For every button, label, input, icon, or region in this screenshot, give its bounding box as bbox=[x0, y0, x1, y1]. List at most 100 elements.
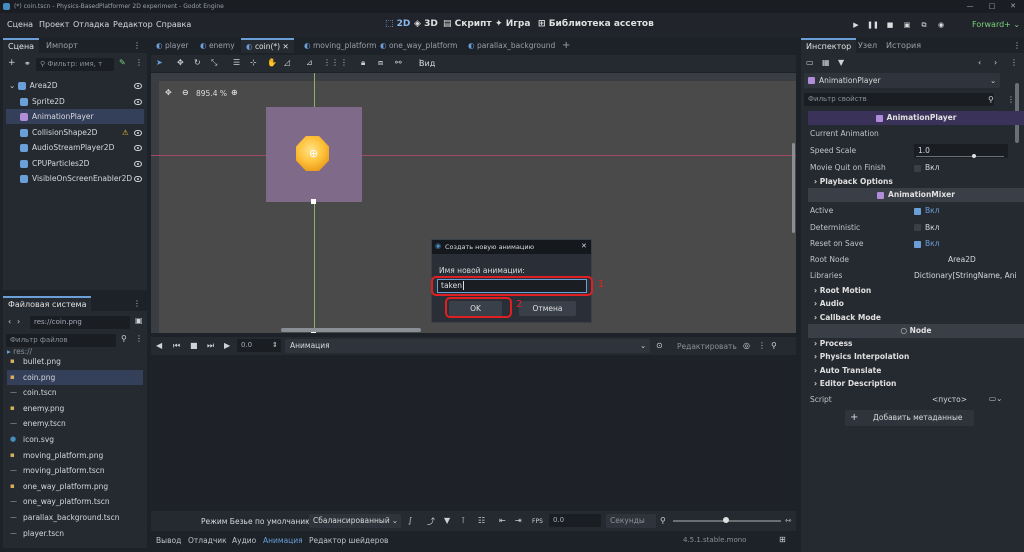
list-item[interactable]: ▪ enemy.png bbox=[7, 401, 143, 416]
cancel-button[interactable]: Отмена bbox=[519, 301, 576, 316]
view-icon[interactable]: ☷ bbox=[478, 516, 485, 525]
zoom-slider-handle[interactable] bbox=[723, 517, 729, 523]
workspace-script-button[interactable]: ▤ Скрипт bbox=[443, 19, 492, 29]
tab-debugger[interactable]: Отладчик bbox=[188, 536, 227, 545]
play-scene-icon[interactable]: ▣ bbox=[901, 19, 913, 31]
inspector-section[interactable]: › Audio bbox=[808, 297, 1024, 311]
movie-quit-checkbox[interactable]: Вкл bbox=[914, 163, 939, 172]
close-icon[interactable]: ✕ bbox=[1003, 0, 1023, 13]
scene-tab[interactable]: ◐ one_way_platform bbox=[375, 38, 462, 53]
scene-tree-item[interactable]: VisibleOnScreenEnabler2D bbox=[6, 171, 144, 186]
autoplay-icon[interactable]: ⊙ bbox=[656, 341, 663, 350]
list-item[interactable]: — enemy.tscn bbox=[7, 416, 143, 431]
attach-script-icon[interactable]: ✎ bbox=[119, 58, 126, 67]
stop-icon[interactable]: ■ bbox=[190, 341, 198, 350]
warning-icon[interactable]: ⚠ bbox=[122, 125, 129, 140]
filter-icon[interactable]: ▼ bbox=[444, 516, 450, 525]
workspace-assetlib-button[interactable]: ⊞ Библиотека ассетов bbox=[538, 19, 654, 29]
tab-inspector[interactable]: Инспектор bbox=[801, 38, 857, 53]
bottom-panel-toggle-icon[interactable]: ⊞ bbox=[779, 535, 786, 544]
workspace-2d-button[interactable]: ⬚ 2D bbox=[385, 19, 410, 29]
spin-arrows-icon[interactable]: ⇕ bbox=[272, 341, 278, 349]
animation-select[interactable]: Анимация ⌄ bbox=[285, 339, 650, 353]
add-scene-tab-icon[interactable]: + bbox=[557, 38, 575, 53]
scene-tab[interactable]: ◐ coin(*) ✕ bbox=[241, 38, 294, 53]
tab-import[interactable]: Импорт bbox=[41, 38, 83, 53]
scene-tree-item[interactable]: AudioStreamPlayer2D bbox=[6, 140, 144, 155]
lock-icon[interactable]: 🔒︎ bbox=[361, 58, 365, 68]
filesystem-path-input[interactable]: res://coin.png bbox=[30, 316, 130, 329]
visibility-icon[interactable] bbox=[134, 160, 142, 167]
scale-mode-icon[interactable]: ⤡ bbox=[211, 58, 217, 68]
list-select-icon[interactable]: ☰ bbox=[233, 58, 240, 67]
inspected-object-select[interactable]: AnimationPlayer ⌄ bbox=[804, 73, 1000, 88]
pivot-crosshair-icon[interactable]: ⊕ bbox=[309, 148, 318, 159]
property-filter-input[interactable]: Фильтр свойств bbox=[804, 93, 994, 106]
tab-shader-editor[interactable]: Редактор шейдеров bbox=[309, 536, 388, 545]
list-item[interactable]: ▪ bullet.png bbox=[7, 354, 143, 369]
group-icon[interactable]: ⧈ bbox=[378, 58, 383, 68]
menu-debug[interactable]: Отладка bbox=[73, 20, 109, 29]
vertical-scrollbar[interactable] bbox=[792, 143, 795, 233]
menu-editor[interactable]: Редактор bbox=[113, 20, 153, 29]
list-item[interactable]: — one_way_platform.tscn bbox=[7, 494, 143, 509]
inspector-section[interactable]: › Editor Description bbox=[808, 377, 1024, 391]
horizontal-scrollbar[interactable] bbox=[281, 328, 421, 332]
play-custom-icon[interactable]: ⧉ bbox=[918, 19, 930, 31]
prop-checkbox[interactable]: Вкл bbox=[914, 206, 939, 215]
play-icon[interactable]: ▶ bbox=[224, 341, 230, 350]
visibility-icon[interactable] bbox=[134, 83, 142, 89]
new-resource-icon[interactable]: ▭ bbox=[806, 58, 814, 67]
move-mode-icon[interactable]: ✥ bbox=[177, 58, 184, 67]
list-item[interactable]: — moving_platform.tscn bbox=[7, 463, 143, 478]
zoom-level[interactable]: 895.4 % bbox=[196, 89, 227, 98]
visibility-icon[interactable] bbox=[134, 176, 142, 182]
inspector-section[interactable]: › Callback Mode bbox=[808, 311, 1024, 325]
folder-icon[interactable]: ▭⌄ bbox=[989, 394, 1002, 403]
visibility-icon[interactable] bbox=[134, 98, 142, 105]
root-node-value[interactable]: Area2D bbox=[948, 255, 976, 264]
view-menu[interactable]: Вид bbox=[419, 59, 435, 68]
play-backwards-icon[interactable]: ◀ bbox=[156, 341, 162, 350]
list-item[interactable]: — player.tscn bbox=[7, 526, 143, 541]
menu-scene[interactable]: Сцена bbox=[7, 20, 33, 29]
script-value[interactable]: <пусто> bbox=[932, 395, 967, 404]
visibility-icon[interactable] bbox=[134, 145, 142, 151]
inspector-section[interactable]: › Physics Interpolation bbox=[808, 350, 1024, 364]
select-mode-icon[interactable]: ➤ bbox=[156, 58, 163, 67]
add-node-icon[interactable]: + bbox=[8, 58, 16, 68]
move-viewport-icon[interactable]: ✥ bbox=[165, 88, 172, 97]
curve-icon[interactable]: ⤴ bbox=[427, 516, 435, 527]
link-icon[interactable]: ⚭ bbox=[24, 59, 31, 68]
history-menu-icon[interactable]: ⋮ bbox=[1010, 58, 1018, 67]
snap-input[interactable]: 0.0 bbox=[549, 514, 601, 527]
nav-forward-icon[interactable]: › bbox=[17, 317, 20, 326]
stop-icon[interactable]: ■ bbox=[884, 19, 896, 31]
play-start-icon[interactable]: ⏭ bbox=[207, 341, 214, 351]
close-icon[interactable]: ✕ bbox=[280, 42, 288, 51]
workspace-3d-button[interactable]: ◈ 3D bbox=[414, 19, 438, 29]
dock-menu-icon[interactable]: ⋮ bbox=[133, 41, 141, 50]
prop-checkbox[interactable]: Вкл bbox=[914, 239, 939, 248]
scene-tab[interactable]: ◐ moving_platform bbox=[299, 38, 382, 53]
zoom-in-icon[interactable]: ⊕ bbox=[231, 88, 238, 97]
tab-filesystem[interactable]: Файловая система bbox=[3, 296, 92, 311]
scene-tree-item[interactable]: Sprite2D bbox=[6, 94, 144, 109]
onion-skin-icon[interactable]: ◎ bbox=[743, 341, 750, 350]
list-item[interactable]: — parallax_background.tscn bbox=[7, 510, 143, 525]
file-filter-input[interactable]: Фильтр файлов bbox=[6, 334, 116, 347]
scene-tab[interactable]: ◐ parallax_background bbox=[463, 38, 560, 53]
resize-handle[interactable] bbox=[311, 199, 316, 204]
nav-back-icon[interactable]: ‹ bbox=[8, 317, 11, 326]
play-icon[interactable]: ▶ bbox=[850, 19, 862, 31]
scene-tree-item[interactable]: ⌄ Area2D bbox=[6, 78, 144, 93]
list-item[interactable]: ● icon.svg bbox=[7, 432, 143, 447]
tab-audio[interactable]: Аудио bbox=[232, 536, 256, 545]
history-back-icon[interactable]: ‹ bbox=[978, 58, 981, 67]
scene-menu-icon[interactable]: ⋮ bbox=[135, 58, 143, 67]
dock-menu-icon[interactable]: ⋮ bbox=[1013, 41, 1021, 50]
snap-icon[interactable]: ⇤ bbox=[499, 516, 506, 525]
scene-tree-item[interactable]: CollisionShape2D ⚠ bbox=[6, 125, 144, 140]
play-backwards-start-icon[interactable]: ⏮ bbox=[173, 341, 180, 351]
inspector-section[interactable]: › Process bbox=[808, 337, 1024, 351]
